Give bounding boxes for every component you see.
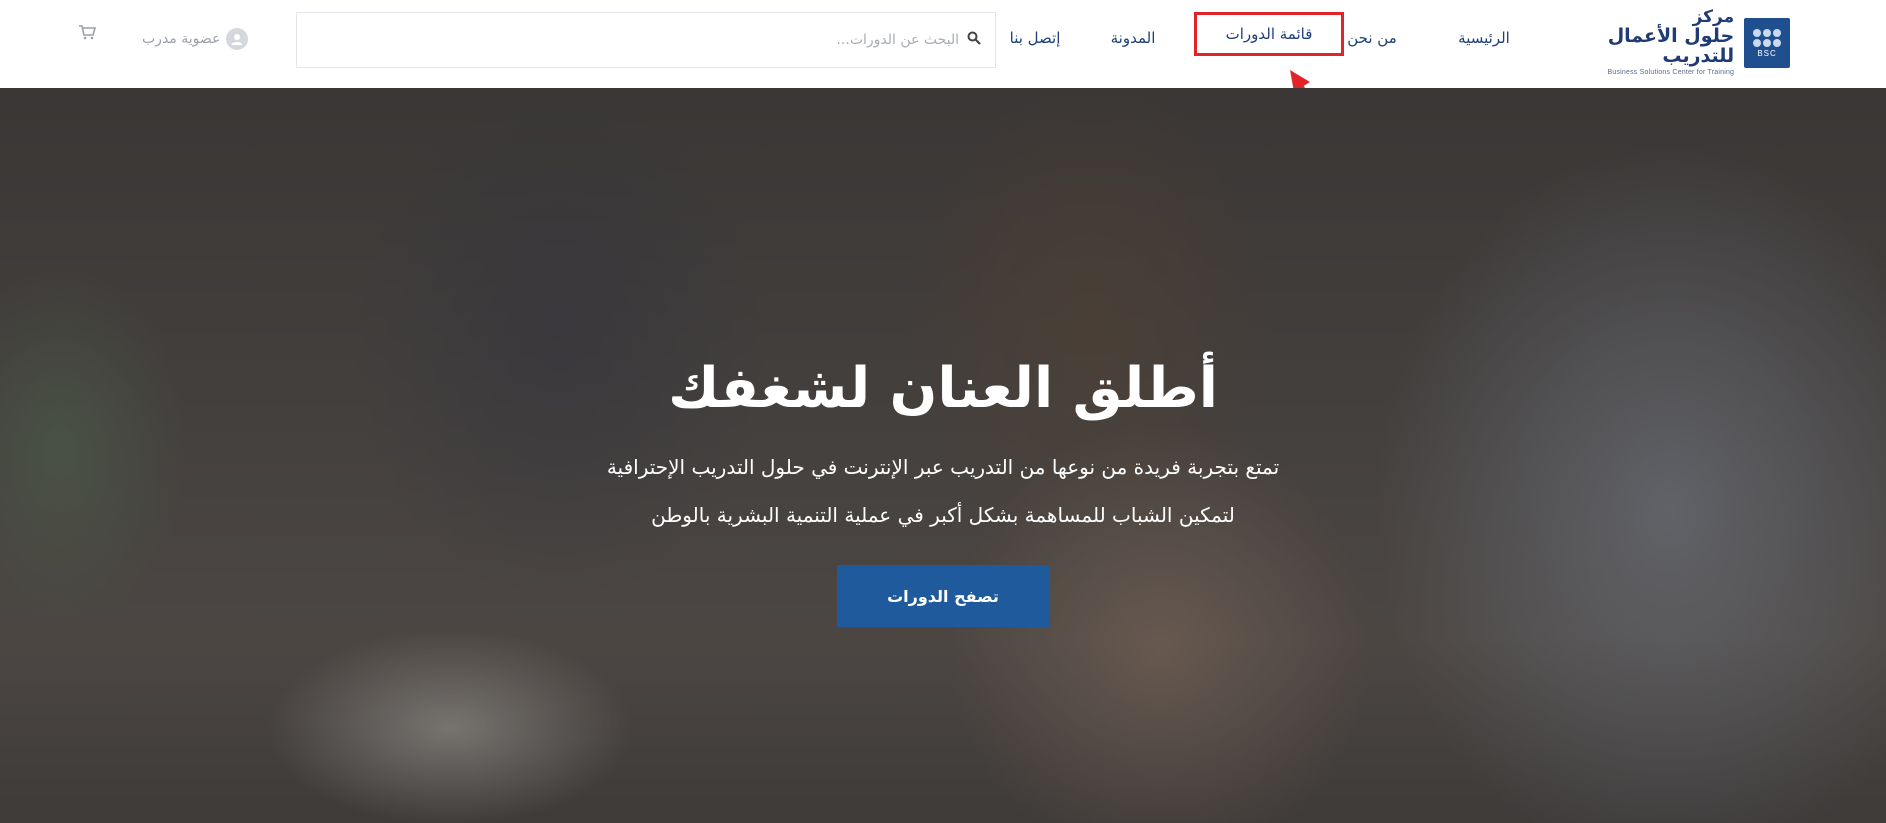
trainer-membership-label: عضوية مدرب <box>142 31 221 47</box>
user-icon <box>226 28 249 50</box>
hero-banner: أطلق العنان لشغفك تمتع بتجربة فريدة من ن… <box>0 88 1886 823</box>
logo-line2: حلول الأعمال للتدريب <box>1607 25 1735 68</box>
cart-icon[interactable] <box>78 24 97 44</box>
nav-about[interactable]: من نحن <box>1342 22 1402 54</box>
logo-mark-tag: BSC <box>1757 48 1777 58</box>
hero-subtitle-line2: لتمكين الشباب للمساهمة بشكل أكبر في عملي… <box>651 503 1235 527</box>
search-icon[interactable] <box>967 31 981 49</box>
nav-blog[interactable]: المدونة <box>1098 22 1168 54</box>
trainer-membership-link[interactable]: عضوية مدرب <box>142 26 249 52</box>
logo-subtitle: Business Solutions Center for Training <box>1607 69 1735 77</box>
nav-courses[interactable]: قائمة الدورات <box>1194 12 1344 56</box>
hero-content: أطلق العنان لشغفك تمتع بتجربة فريدة من ن… <box>0 356 1886 627</box>
nav-contact[interactable]: إتصل بنا <box>1002 22 1068 54</box>
logo-mark-icon: BSC <box>1744 18 1790 68</box>
logo-text: مركز حلول الأعمال للتدريب Business Solut… <box>1530 9 1735 77</box>
site-header: مركز حلول الأعمال للتدريب Business Solut… <box>0 0 1886 88</box>
browse-courses-button[interactable]: تصفح الدورات <box>837 565 1049 627</box>
search-box <box>296 12 996 68</box>
hero-subtitle-line1: تمتع بتجربة فريدة من نوعها من التدريب عب… <box>606 455 1280 479</box>
search-input[interactable] <box>639 32 959 48</box>
site-logo[interactable]: مركز حلول الأعمال للتدريب Business Solut… <box>1530 8 1790 78</box>
nav-home[interactable]: الرئيسية <box>1444 22 1524 54</box>
hero-title: أطلق العنان لشغفك <box>668 356 1218 421</box>
